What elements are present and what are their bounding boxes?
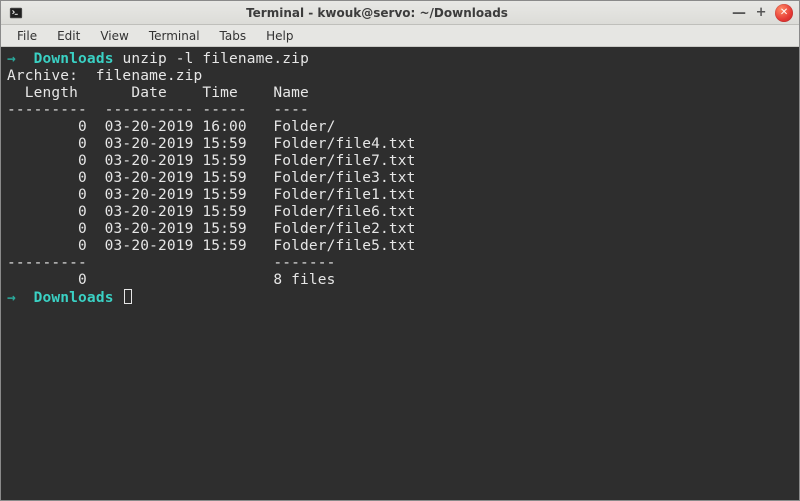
menu-file[interactable]: File [7,27,47,45]
window-title: Terminal - kwouk@servo: ~/Downloads [246,6,508,20]
minimize-button[interactable]: — [731,5,747,21]
terminal-icon [9,6,23,20]
close-button[interactable]: ✕ [775,4,793,22]
menu-tabs[interactable]: Tabs [210,27,257,45]
cursor [124,289,132,304]
menu-help[interactable]: Help [256,27,303,45]
terminal-window: Terminal - kwouk@servo: ~/Downloads — + … [0,0,800,501]
titlebar[interactable]: Terminal - kwouk@servo: ~/Downloads — + … [1,1,799,25]
maximize-button[interactable]: + [753,5,769,21]
terminal-output[interactable]: → Downloads unzip -l filename.zip Archiv… [1,47,799,500]
menu-edit[interactable]: Edit [47,27,90,45]
menu-view[interactable]: View [90,27,138,45]
menu-terminal[interactable]: Terminal [139,27,210,45]
menubar: File Edit View Terminal Tabs Help [1,25,799,47]
